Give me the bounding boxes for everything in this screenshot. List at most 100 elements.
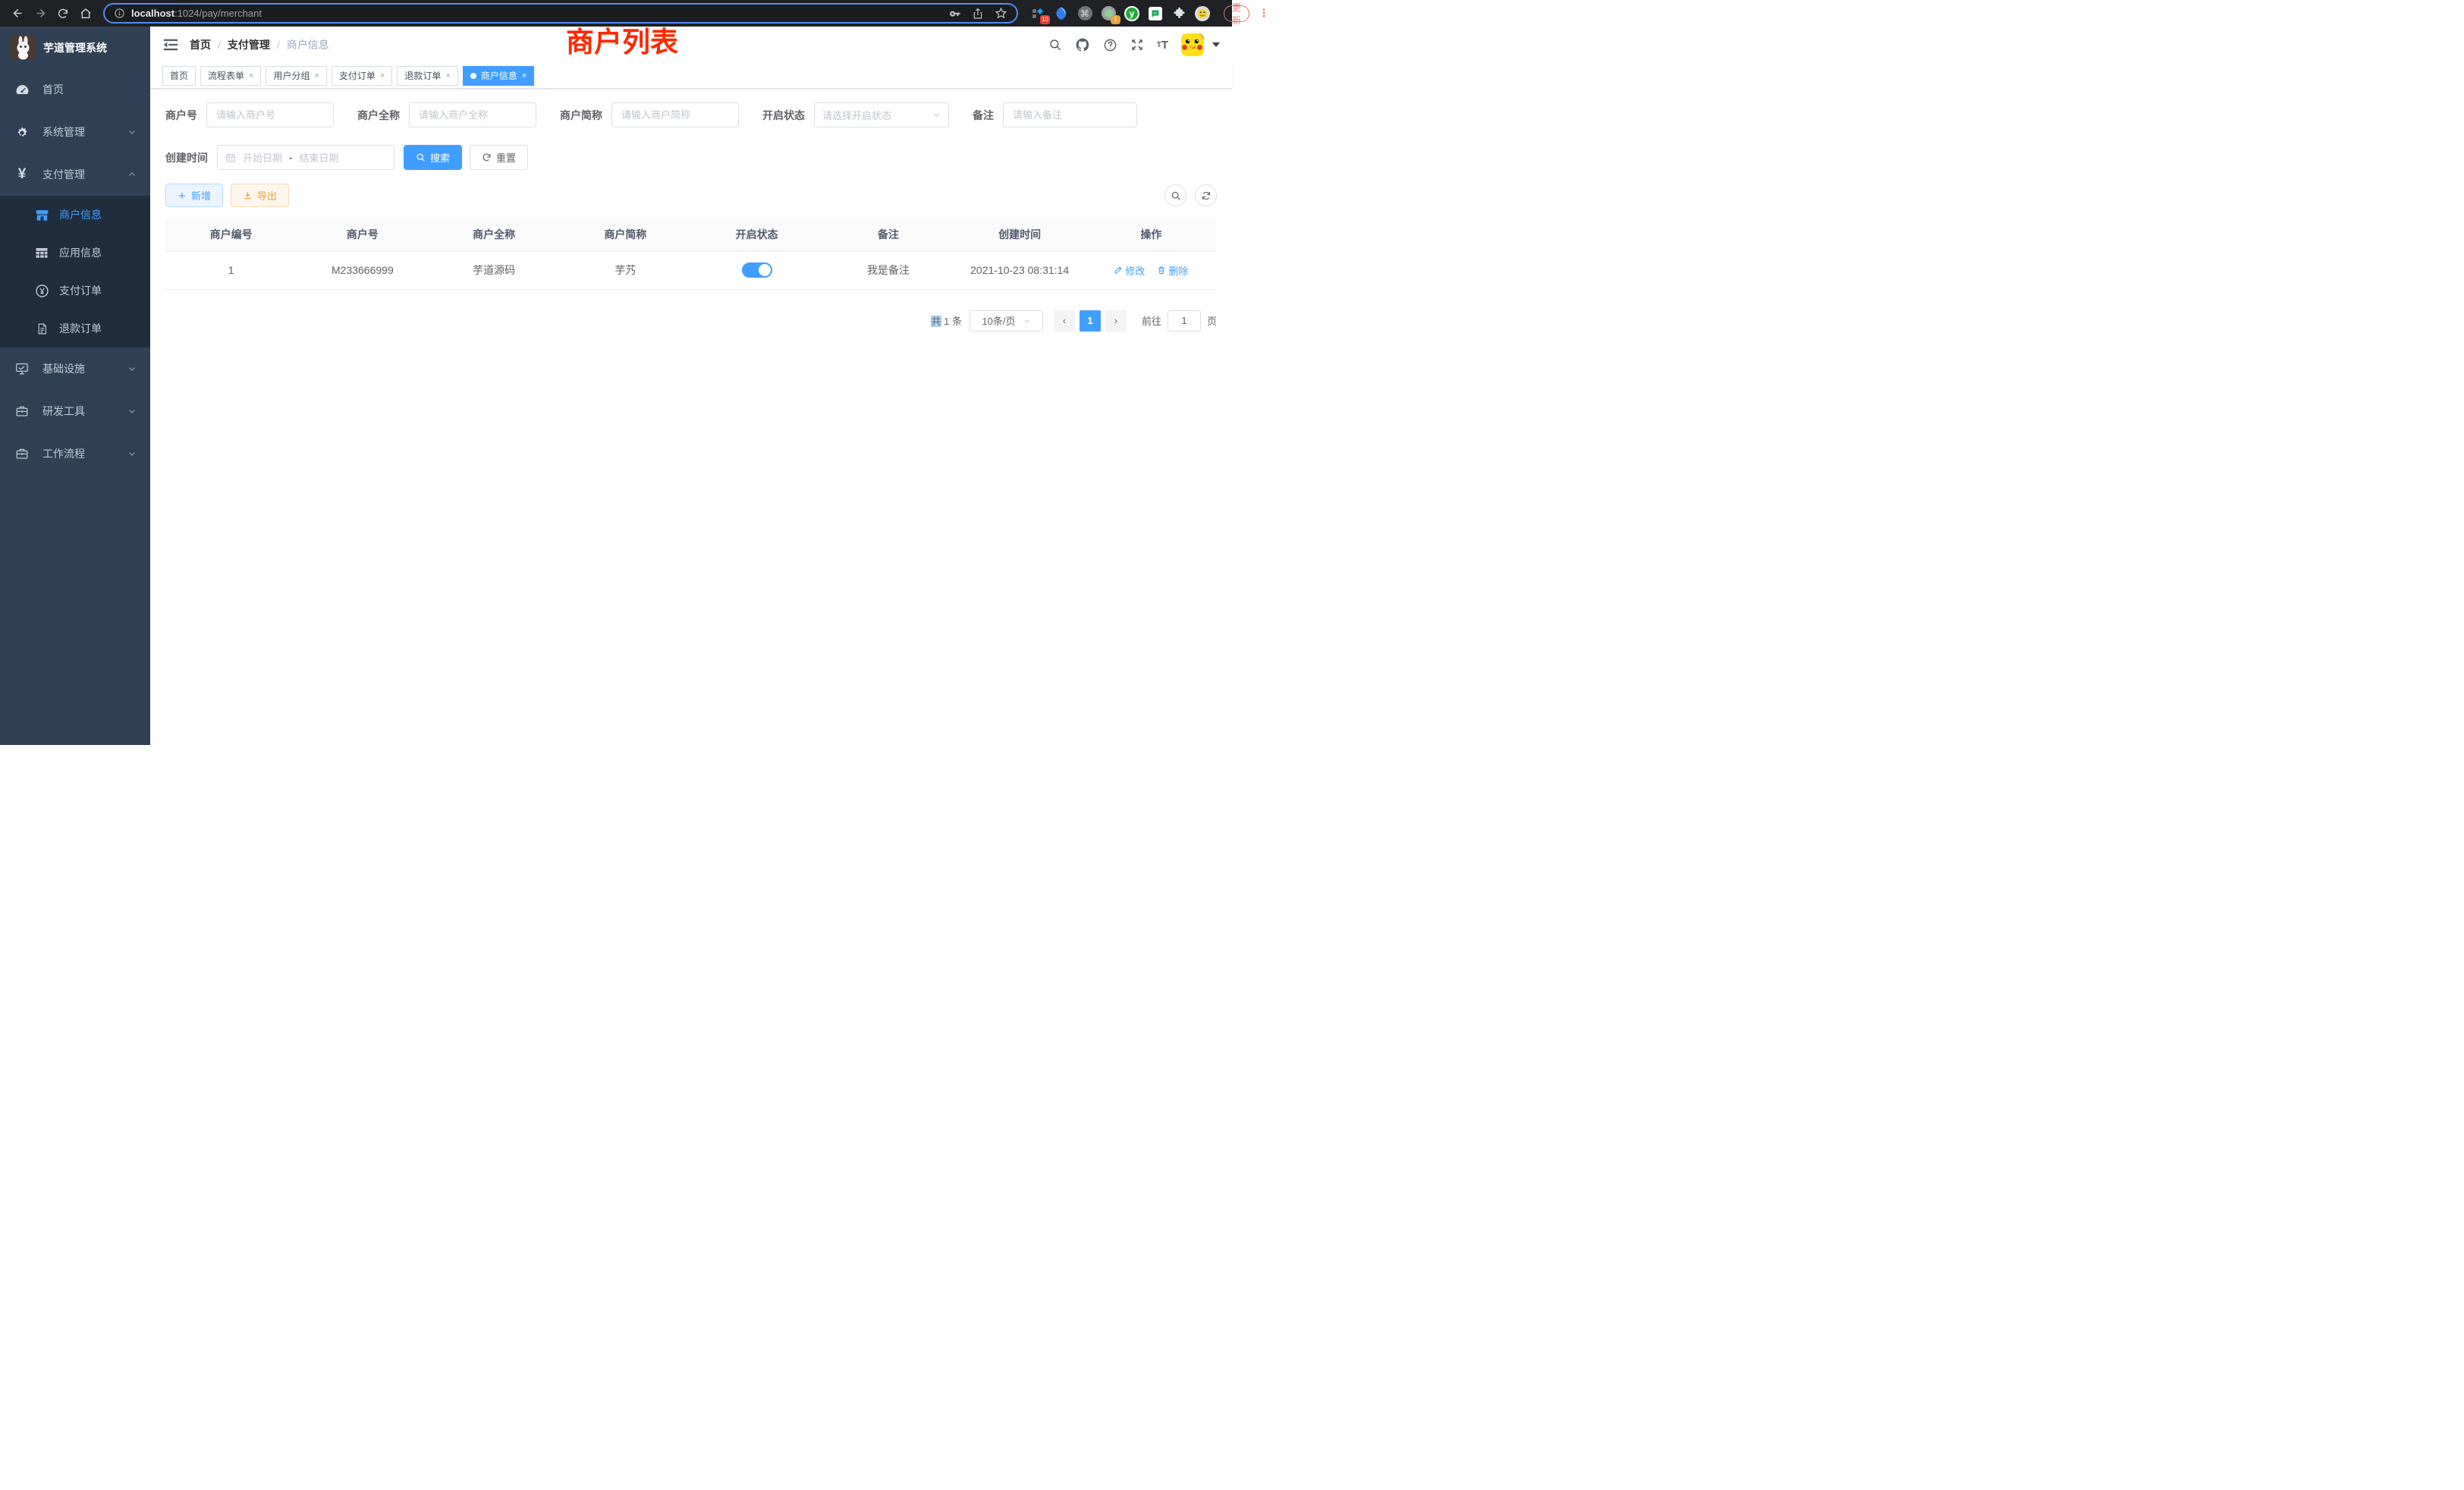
store-icon xyxy=(33,208,50,222)
address-bar[interactable]: localhost:1024/pay/merchant xyxy=(103,3,1018,24)
col-merchant-id: 商户编号 xyxy=(165,218,297,251)
breadcrumb-pay[interactable]: 支付管理 xyxy=(228,37,270,52)
tags-view: 首页 流程表单 × 用户分组 × 支付订单 × 退款订单 × 商户信息 × xyxy=(150,63,1232,89)
sidebar-item-home[interactable]: 首页 xyxy=(0,68,150,111)
cell-create-time: 2021-10-23 08:31:14 xyxy=(954,251,1086,289)
extension-gem-icon[interactable] xyxy=(1054,6,1069,21)
avatar-caret-icon[interactable] xyxy=(1212,42,1220,47)
browser-home-icon[interactable] xyxy=(76,4,96,24)
password-key-icon[interactable] xyxy=(948,7,961,20)
trash-icon xyxy=(1157,266,1166,275)
sidebar-item-pay-order[interactable]: 支付订单 xyxy=(0,272,150,310)
next-page-button[interactable]: › xyxy=(1105,310,1127,332)
col-full-name: 商户全称 xyxy=(429,218,560,251)
add-button[interactable]: 新增 xyxy=(165,184,223,207)
browser-profile-avatar[interactable] xyxy=(1195,6,1210,21)
browser-back-icon[interactable] xyxy=(8,4,27,24)
short-name-input[interactable] xyxy=(611,102,739,127)
full-name-input[interactable] xyxy=(409,102,536,127)
user-avatar[interactable] xyxy=(1181,33,1204,56)
create-time-range-picker[interactable]: 开始日期 - 结束日期 xyxy=(217,145,394,170)
tab-close-icon[interactable]: × xyxy=(314,71,319,80)
download-icon xyxy=(243,190,253,200)
breadcrumb-current: 商户信息 xyxy=(287,37,329,52)
filter-label-merchant-no: 商户号 xyxy=(165,108,197,123)
breadcrumb-home[interactable]: 首页 xyxy=(190,37,211,52)
page-size-select[interactable]: 10条/页 xyxy=(970,310,1043,332)
toolbox-icon xyxy=(14,404,30,418)
status-select[interactable]: 请选择开启状态 xyxy=(814,102,949,127)
tab-pay-order[interactable]: 支付订单 × xyxy=(332,66,392,86)
prev-page-button[interactable]: ‹ xyxy=(1054,310,1075,332)
extension-blocks-icon[interactable]: 10 xyxy=(1030,6,1045,21)
share-icon[interactable] xyxy=(972,8,984,20)
table-row: 1 M233666999 芋道源码 芋艿 我是备注 2021-10-23 08:… xyxy=(165,251,1217,289)
sidebar-item-label: 应用信息 xyxy=(59,245,102,260)
sidebar-item-refund-order[interactable]: 退款订单 xyxy=(0,310,150,347)
export-button[interactable]: 导出 xyxy=(231,184,289,207)
col-short-name: 商户简称 xyxy=(560,218,691,251)
help-icon[interactable] xyxy=(1103,38,1117,52)
filter-label-remark: 备注 xyxy=(973,108,994,123)
goto-page-input[interactable] xyxy=(1168,310,1201,332)
sidebar-item-workflow[interactable]: 工作流程 xyxy=(0,432,150,475)
extension-y-icon[interactable]: y xyxy=(1124,6,1139,21)
page-1-button[interactable]: 1 xyxy=(1080,310,1101,332)
extensions-puzzle-icon[interactable] xyxy=(1171,6,1186,21)
tab-home[interactable]: 首页 xyxy=(162,66,196,86)
bookmark-star-icon[interactable] xyxy=(995,7,1007,20)
col-actions: 操作 xyxy=(1086,218,1217,251)
navbar: 首页 / 支付管理 / 商户信息 TT xyxy=(150,27,1232,63)
extension-badge: 10 xyxy=(1040,15,1050,24)
status-toggle-on[interactable] xyxy=(742,262,772,278)
sidebar-item-infra[interactable]: 基础设施 xyxy=(0,347,150,390)
tab-close-icon[interactable]: × xyxy=(522,71,526,80)
tab-user-group[interactable]: 用户分组 × xyxy=(266,66,326,86)
select-caret-icon xyxy=(932,111,941,119)
extension-chat-icon[interactable] xyxy=(1148,6,1163,21)
sidebar-item-pay[interactable]: ¥ 支付管理 xyxy=(0,153,150,196)
delete-link[interactable]: 删除 xyxy=(1157,263,1188,278)
sidebar-collapse-icon[interactable] xyxy=(162,36,179,53)
edit-link[interactable]: 修改 xyxy=(1114,263,1145,278)
sidebar-item-app-info[interactable]: 应用信息 xyxy=(0,234,150,272)
refresh-table-button[interactable] xyxy=(1195,184,1217,206)
search-icon xyxy=(416,152,426,162)
font-size-icon[interactable]: TT xyxy=(1157,39,1168,52)
app-title: 芋道管理系统 xyxy=(43,40,107,55)
reset-button[interactable]: 重置 xyxy=(470,145,528,170)
cell-short-name: 芋艿 xyxy=(560,251,691,289)
monitor-icon xyxy=(14,362,30,376)
sidebar: 芋道管理系统 首页 系统管理 ¥ 支付管理 xyxy=(0,27,150,745)
sidebar-item-devtools[interactable]: 研发工具 xyxy=(0,390,150,432)
filter-label-status: 开启状态 xyxy=(762,108,805,123)
merchant-no-input[interactable] xyxy=(206,102,334,127)
sidebar-item-label: 商户信息 xyxy=(59,207,102,222)
browser-reload-icon[interactable] xyxy=(53,4,73,24)
browser-update-button[interactable]: 更新 xyxy=(1224,5,1249,22)
tab-close-icon[interactable]: × xyxy=(445,71,450,80)
tab-close-icon[interactable]: × xyxy=(380,71,385,80)
browser-menu-icon[interactable]: ⋮ xyxy=(1259,7,1269,20)
fullscreen-icon[interactable] xyxy=(1130,38,1144,52)
github-icon[interactable] xyxy=(1075,37,1090,52)
chevron-down-icon xyxy=(127,127,137,137)
header-search-icon[interactable] xyxy=(1048,38,1062,52)
tab-merchant-info[interactable]: 商户信息 × xyxy=(463,66,534,86)
filter-label-short-name: 商户简称 xyxy=(560,108,602,123)
pagination-total: 共 1 条 xyxy=(931,313,961,328)
extension-command-icon[interactable]: ⌘ xyxy=(1077,6,1092,21)
browser-forward-icon[interactable] xyxy=(30,4,50,24)
sidebar-item-merchant-info[interactable]: 商户信息 xyxy=(0,196,150,234)
app-logo-row[interactable]: 芋道管理系统 xyxy=(0,27,150,68)
url-host: localhost xyxy=(131,8,174,19)
page-info-icon[interactable] xyxy=(114,8,125,19)
remark-input[interactable] xyxy=(1003,102,1137,127)
show-search-toggle-button[interactable] xyxy=(1164,184,1186,206)
tab-close-icon[interactable]: × xyxy=(249,71,253,80)
search-button[interactable]: 搜索 xyxy=(404,145,462,170)
sidebar-item-system[interactable]: 系统管理 xyxy=(0,111,150,153)
extension-session-icon[interactable]: 1 xyxy=(1101,6,1116,21)
tab-refund-order[interactable]: 退款订单 × xyxy=(397,66,457,86)
tab-process-form[interactable]: 流程表单 × xyxy=(200,66,261,86)
